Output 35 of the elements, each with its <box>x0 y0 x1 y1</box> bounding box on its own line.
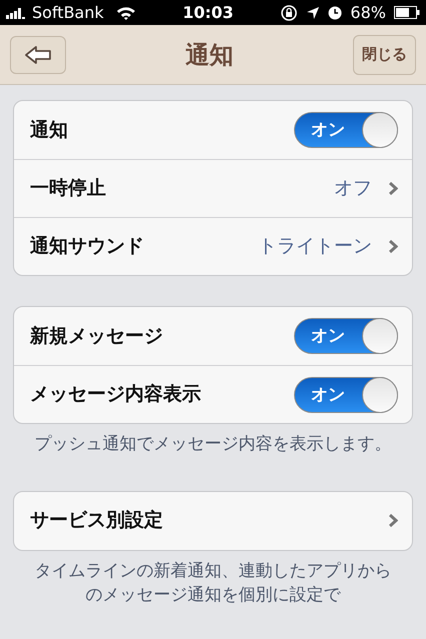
row-label: 通知サウンド <box>30 234 144 260</box>
battery-percent: 68% <box>350 2 386 24</box>
footer-note: プッシュ通知でメッセージ内容を表示します。 <box>34 433 392 456</box>
toggle-switch[interactable]: オン <box>294 112 398 148</box>
carrier-name: SoftBank <box>32 2 104 24</box>
row-label: 通知 <box>30 118 68 143</box>
row-value: オフ <box>334 176 372 202</box>
row-value: トライトーン <box>258 234 372 260</box>
clock-icon <box>328 6 342 20</box>
chevron-icon <box>388 513 398 528</box>
screen-title: 通知 <box>186 40 234 70</box>
settings-row[interactable]: 通知サウンド トライトーン <box>14 217 412 275</box>
settings-row[interactable]: メッセージ内容表示 オン <box>14 365 412 423</box>
toggle-switch[interactable]: オン <box>294 376 398 412</box>
chevron-icon <box>388 181 398 196</box>
chevron-icon <box>388 239 398 254</box>
rotation-lock-icon <box>280 4 298 22</box>
toggle-switch[interactable]: オン <box>294 318 398 354</box>
location-icon <box>306 6 320 20</box>
row-label: サービス別設定 <box>30 508 163 534</box>
settings-row[interactable]: 新規メッセージ オン <box>14 307 412 365</box>
settings-row[interactable]: 通知 オン <box>14 101 412 159</box>
close-button[interactable]: 閉じる <box>353 34 416 74</box>
settings-row[interactable]: 一時停止 オフ <box>14 159 412 217</box>
signal-icon <box>6 6 28 18</box>
left-arrow-icon <box>24 44 52 64</box>
battery-icon <box>394 6 420 19</box>
clock-time: 10:03 <box>182 2 234 24</box>
settings-row[interactable]: サービス別設定 <box>14 492 412 550</box>
back-button[interactable] <box>10 36 66 74</box>
row-label: 一時停止 <box>30 176 106 202</box>
wifi-icon <box>116 6 136 20</box>
footer-note: タイムラインの新着通知、連動したアプリからのメッセージ通知を個別に設定で <box>34 560 392 608</box>
row-label: 新規メッセージ <box>30 324 163 349</box>
row-label: メッセージ内容表示 <box>30 382 201 408</box>
